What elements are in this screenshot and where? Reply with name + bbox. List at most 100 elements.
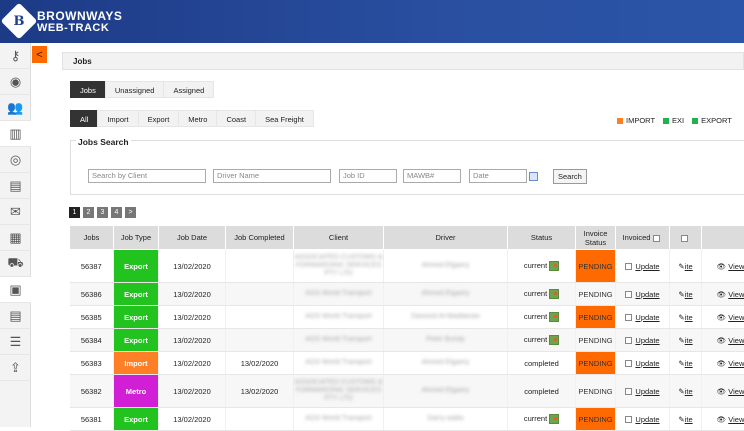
update-link[interactable]: Update bbox=[635, 336, 659, 345]
tab-metro[interactable]: Metro bbox=[178, 110, 217, 127]
map-icon[interactable] bbox=[549, 289, 559, 299]
tab-all[interactable]: All bbox=[70, 110, 98, 127]
table-row[interactable]: 56381Export13/02/2020AGS World Transport… bbox=[70, 408, 744, 431]
map-icon[interactable] bbox=[549, 261, 559, 271]
select-all-invoiced-checkbox[interactable] bbox=[653, 235, 660, 242]
clipboard-icon[interactable]: ▣ bbox=[0, 277, 31, 303]
job-type-badge: Export bbox=[114, 329, 159, 352]
receipt-icon[interactable]: ▦ bbox=[0, 225, 31, 251]
job-date: 13/02/2020 bbox=[159, 408, 226, 431]
eye-icon[interactable]: 👁 bbox=[717, 415, 727, 424]
page-1-button[interactable]: 1 bbox=[69, 207, 80, 218]
update-link[interactable]: Update bbox=[635, 359, 659, 368]
page-4-button[interactable]: 4 bbox=[111, 207, 122, 218]
update-link[interactable]: Update bbox=[635, 415, 659, 424]
eye-icon[interactable]: 👁 bbox=[717, 359, 727, 368]
eye-icon[interactable]: 👁 bbox=[717, 262, 727, 271]
map-icon[interactable] bbox=[549, 312, 559, 322]
view-link[interactable]: View bbox=[728, 313, 744, 322]
table-row[interactable]: 56384Export13/02/2020AGS World Transport… bbox=[70, 329, 744, 352]
select-all-checkbox[interactable] bbox=[681, 235, 688, 242]
view-link[interactable]: View bbox=[728, 359, 744, 368]
update-link[interactable]: Update bbox=[635, 290, 659, 299]
site-link[interactable]: ite bbox=[685, 262, 693, 271]
upload-icon[interactable]: ⇪ bbox=[0, 355, 31, 381]
map-icon[interactable] bbox=[549, 414, 559, 424]
mail-icon[interactable]: ✉ bbox=[0, 199, 31, 225]
invoiced-checkbox[interactable] bbox=[625, 291, 632, 298]
table-row[interactable]: 56382Metro13/02/202013/02/2020ASSOCIATED… bbox=[70, 375, 744, 408]
table-row[interactable]: 56383Import13/02/202013/02/2020AGS World… bbox=[70, 352, 744, 375]
table-row[interactable]: 56386Export13/02/2020AGS World Transport… bbox=[70, 283, 744, 306]
job-status: current bbox=[508, 306, 576, 329]
site-link[interactable]: ite bbox=[685, 387, 693, 396]
invoiced-checkbox[interactable] bbox=[625, 263, 632, 270]
col-invoiced-label: Invoiced bbox=[622, 233, 650, 242]
invoiced-checkbox[interactable] bbox=[625, 314, 632, 321]
update-link[interactable]: Update bbox=[635, 387, 659, 396]
status-text: current bbox=[524, 414, 547, 423]
map-icon[interactable] bbox=[549, 335, 559, 345]
invoiced-checkbox[interactable] bbox=[625, 388, 632, 395]
job-completed-date bbox=[226, 283, 294, 306]
col-driver: Driver bbox=[384, 226, 508, 250]
checklist-icon[interactable]: ▤ bbox=[0, 303, 31, 329]
view-link[interactable]: View bbox=[728, 415, 744, 424]
invoiced-checkbox[interactable] bbox=[625, 337, 632, 344]
client-search-input[interactable]: Search by Client bbox=[88, 169, 206, 183]
warehouse-icon[interactable]: ▥ bbox=[0, 121, 31, 147]
site-link[interactable]: ite bbox=[685, 290, 693, 299]
driver-name-input[interactable]: Driver Name bbox=[213, 169, 331, 183]
tab-sea-freight[interactable]: Sea Freight bbox=[255, 110, 314, 127]
page-3-button[interactable]: 3 bbox=[97, 207, 108, 218]
driver-name: Ahmed Elgaery bbox=[384, 352, 508, 375]
user-circle-icon[interactable]: ◉ bbox=[0, 69, 31, 95]
invoice-status-badge: PENDING bbox=[576, 375, 616, 408]
eye-icon[interactable]: 👁 bbox=[717, 313, 727, 322]
invoiced-checkbox[interactable] bbox=[625, 360, 632, 367]
site-link[interactable]: ite bbox=[685, 359, 693, 368]
sidebar-collapse-button[interactable]: < bbox=[32, 46, 47, 63]
table-row[interactable]: 56385Export13/02/2020AGS World Transport… bbox=[70, 306, 744, 329]
job-status: current bbox=[508, 250, 576, 283]
tab-unassigned[interactable]: Unassigned bbox=[105, 81, 165, 98]
client-name: AGS World Transport bbox=[294, 329, 384, 352]
view-link[interactable]: View bbox=[728, 262, 744, 271]
site-cell: ✎ite bbox=[670, 352, 702, 375]
view-link[interactable]: View bbox=[728, 336, 744, 345]
page-2-button[interactable]: 2 bbox=[83, 207, 94, 218]
list-icon[interactable]: ☰ bbox=[0, 329, 31, 355]
calendar-icon[interactable] bbox=[529, 172, 538, 181]
next-page-button[interactable]: > bbox=[125, 207, 136, 218]
tab-coast[interactable]: Coast bbox=[216, 110, 256, 127]
search-button[interactable]: Search bbox=[553, 169, 587, 184]
brand-logo[interactable]: B bbox=[1, 3, 38, 40]
users-icon[interactable]: 👥 bbox=[0, 95, 31, 121]
eye-icon[interactable]: 👁 bbox=[717, 290, 727, 299]
site-link[interactable]: ite bbox=[685, 415, 693, 424]
update-link[interactable]: Update bbox=[635, 262, 659, 271]
jobs-table: Jobs Job Type Job Date Job Completed Cli… bbox=[69, 225, 744, 431]
mawb-input[interactable]: MAWB# bbox=[403, 169, 461, 183]
date-input[interactable]: Date bbox=[469, 169, 527, 183]
invoiced-checkbox[interactable] bbox=[625, 416, 632, 423]
truck-icon[interactable]: ⛟ bbox=[0, 251, 31, 277]
eye-icon[interactable]: 👁 bbox=[717, 336, 727, 345]
view-cell: 👁 View bbox=[702, 250, 744, 283]
job-completed-date bbox=[226, 250, 294, 283]
key-icon[interactable]: ⚷ bbox=[0, 43, 31, 69]
view-link[interactable]: View bbox=[728, 290, 744, 299]
tab-jobs[interactable]: Jobs bbox=[70, 81, 106, 98]
job-id-input[interactable]: Job ID bbox=[339, 169, 397, 183]
site-link[interactable]: ite bbox=[685, 313, 693, 322]
tab-assigned[interactable]: Assigned bbox=[163, 81, 214, 98]
eye-icon[interactable]: 👁 bbox=[717, 387, 727, 396]
site-link[interactable]: ite bbox=[685, 336, 693, 345]
tab-import[interactable]: Import bbox=[97, 110, 138, 127]
document-icon[interactable]: ▤ bbox=[0, 173, 31, 199]
update-link[interactable]: Update bbox=[635, 313, 659, 322]
view-link[interactable]: View bbox=[728, 387, 744, 396]
tab-export[interactable]: Export bbox=[138, 110, 180, 127]
table-row[interactable]: 56387Export13/02/2020ASSOCIATED CUSTOMS … bbox=[70, 250, 744, 283]
globe-icon[interactable]: ◎ bbox=[0, 147, 31, 173]
